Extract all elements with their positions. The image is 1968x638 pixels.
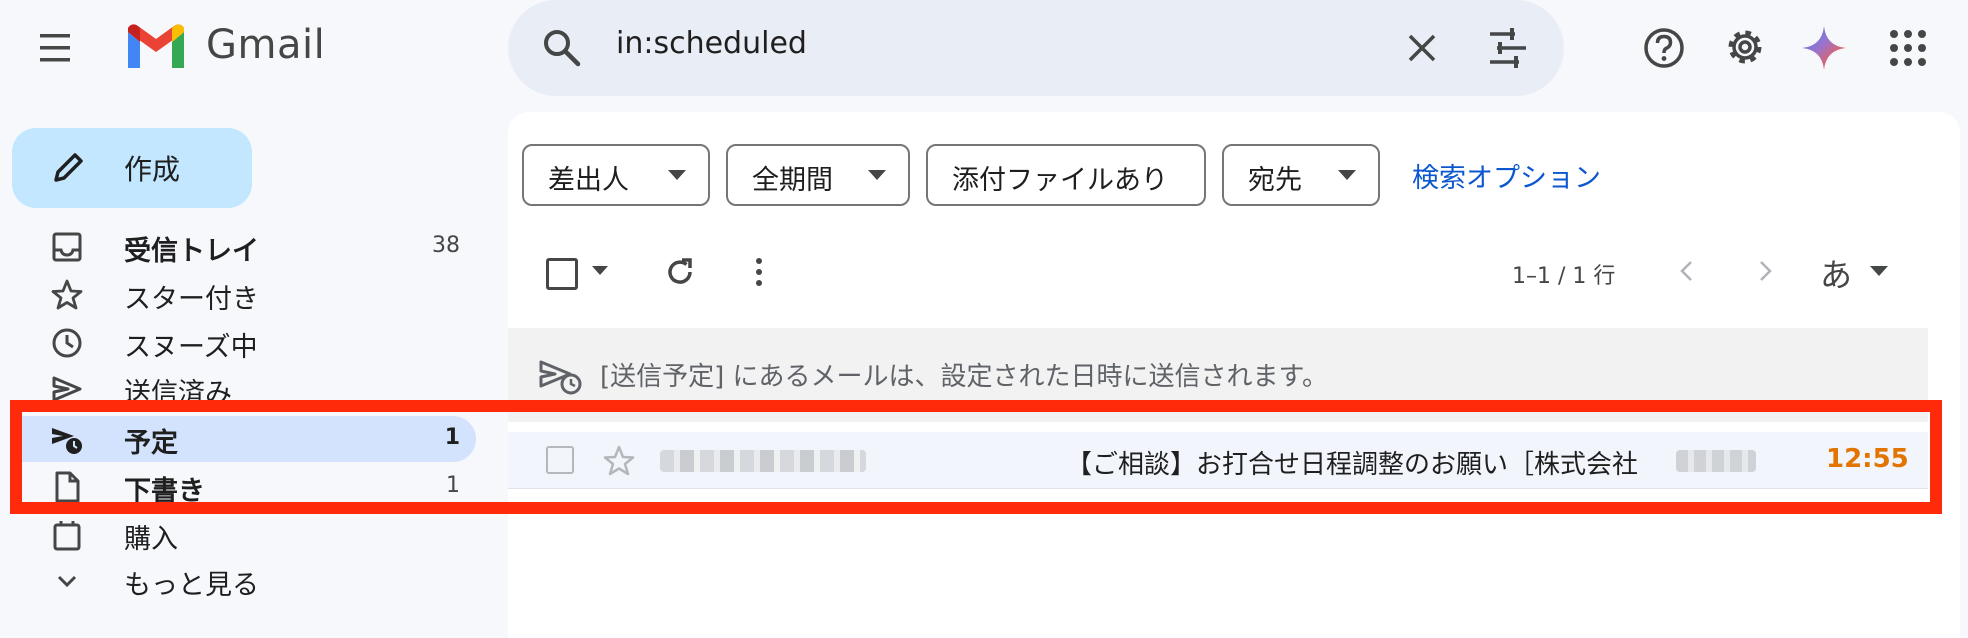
more-vert-icon[interactable] (744, 254, 774, 290)
select-caret-icon[interactable] (592, 266, 608, 275)
caret-down-icon (668, 170, 686, 180)
gemini-sparkle-icon[interactable] (1800, 24, 1848, 72)
caret-down-icon (868, 170, 886, 180)
gmail-logo-icon[interactable] (124, 22, 188, 72)
caret-down-icon (1338, 170, 1356, 180)
filter-chip-attachment[interactable]: 添付ファイルあり (926, 144, 1206, 206)
highlight-annotation (10, 400, 1942, 514)
filter-chip-to[interactable]: 宛先 (1222, 144, 1380, 206)
sidebar-item-label: スヌーズ中 (124, 332, 258, 363)
sidebar-item-label: 購入 (124, 524, 178, 555)
settings-gear-icon[interactable] (1722, 24, 1768, 70)
pencil-icon (50, 150, 86, 186)
refresh-icon[interactable] (662, 254, 698, 290)
input-tools-caret-icon[interactable] (1870, 266, 1888, 276)
main-menu-icon[interactable] (40, 30, 88, 66)
app-name: Gmail (206, 22, 326, 68)
unread-count: 38 (432, 233, 460, 258)
sidebar-item-purchases[interactable]: 購入 (16, 512, 476, 558)
sidebar-item-label: もっと見る (124, 570, 259, 601)
chip-label: 宛先 (1248, 165, 1302, 196)
select-all-checkbox[interactable] (546, 258, 578, 290)
sidebar-item-more[interactable]: もっと見る (16, 558, 476, 604)
chevron-down-icon (50, 564, 84, 598)
sidebar-item-inbox[interactable]: 受信トレイ 38 (16, 224, 476, 270)
advanced-search-link[interactable]: 検索オプション (1412, 156, 1601, 195)
search-icon[interactable] (540, 26, 584, 70)
sidebar-item-label: スター付き (124, 284, 259, 315)
clear-search-icon[interactable] (1402, 28, 1442, 68)
sidebar-item-label: 受信トレイ (124, 236, 259, 267)
banner-text: [送信予定] にあるメールは、設定された日時に送信されます。 (600, 362, 1328, 392)
chevron-left-icon[interactable] (1672, 256, 1702, 286)
search-input[interactable]: in:scheduled (616, 26, 807, 61)
inbox-icon (50, 230, 84, 264)
pagination-info: 1–1 / 1 行 (1512, 264, 1616, 289)
sidebar-item-starred[interactable]: スター付き (16, 272, 476, 318)
search-options-tune-icon[interactable] (1486, 26, 1530, 70)
chip-label: 差出人 (548, 165, 629, 196)
chip-label: 全期間 (752, 165, 833, 196)
google-apps-icon[interactable] (1888, 28, 1928, 68)
filter-chip-date[interactable]: 全期間 (726, 144, 910, 206)
chip-label: 添付ファイルあり (952, 165, 1168, 196)
help-icon[interactable] (1642, 26, 1686, 70)
filter-chip-from[interactable]: 差出人 (522, 144, 710, 206)
purchase-icon (50, 518, 84, 552)
clock-icon (50, 326, 84, 360)
chevron-right-icon[interactable] (1750, 256, 1780, 286)
sidebar-item-snoozed[interactable]: スヌーズ中 (16, 320, 476, 366)
scheduled-send-icon (538, 356, 586, 396)
compose-label: 作成 (124, 153, 181, 186)
star-icon (50, 278, 84, 312)
input-tools-button[interactable]: あ (1820, 250, 1852, 296)
